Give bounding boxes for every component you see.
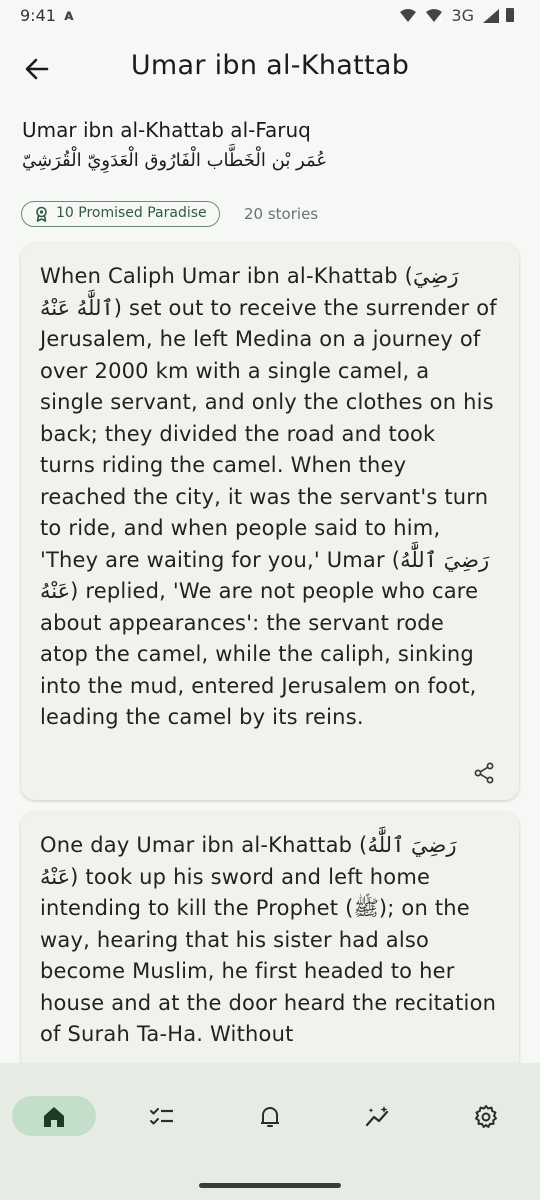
page-title: Umar ibn al-Khattab: [130, 50, 410, 81]
settings-gear-icon: [475, 1105, 497, 1128]
bottom-navigation: [0, 1063, 540, 1200]
story-text: When Caliph Umar ibn al-Khattab (رَضِيَ …: [40, 264, 497, 729]
status-time: 9:41: [20, 6, 56, 25]
accessibility-status-icon: ᴀ: [64, 6, 74, 24]
bell-icon: [261, 1107, 279, 1127]
app-bar: Umar ibn al-Khattab: [0, 40, 540, 96]
story-card[interactable]: When Caliph Umar ibn al-Khattab (رَضِيَ …: [21, 243, 519, 800]
home-icon: [44, 1107, 64, 1127]
story-card[interactable]: One day Umar ibn al-Khattab (رَضِيَ ٱللَ…: [21, 812, 519, 1072]
share-icon[interactable]: [473, 762, 495, 784]
nav-home[interactable]: [12, 1096, 96, 1136]
network-type: 3G: [451, 6, 474, 25]
sparkle-chart-icon: [365, 1106, 389, 1127]
story-text: One day Umar ibn al-Khattab (رَضِيَ ٱللَ…: [40, 833, 497, 1046]
badge-label: 10 Promised Paradise: [56, 205, 207, 221]
stories-count: 20 stories: [244, 205, 319, 223]
companion-arabic-name: عُمَر بْن الْخَطَّاب الْفَارُوق الْعَدَو…: [22, 150, 328, 171]
battery-icon: [506, 8, 514, 22]
signal-icon: [483, 8, 499, 23]
status-icons: 3G: [399, 6, 500, 25]
wifi-off-icon: [426, 8, 444, 23]
nav-settings[interactable]: [444, 1096, 528, 1136]
nav-notifications[interactable]: [228, 1096, 312, 1136]
home-indicator[interactable]: [199, 1183, 341, 1188]
companion-full-name: Umar ibn al-Khattab al-Faruq: [22, 118, 311, 142]
nav-checklist[interactable]: [120, 1096, 204, 1136]
status-bar: 9:41 ᴀ 3G: [0, 0, 540, 32]
checklist-icon: [150, 1108, 173, 1125]
promised-paradise-badge[interactable]: 10 Promised Paradise: [21, 201, 220, 227]
award-ribbon-icon: [36, 206, 47, 222]
wifi-off-icon: [400, 8, 418, 23]
nav-insights[interactable]: [336, 1096, 420, 1136]
